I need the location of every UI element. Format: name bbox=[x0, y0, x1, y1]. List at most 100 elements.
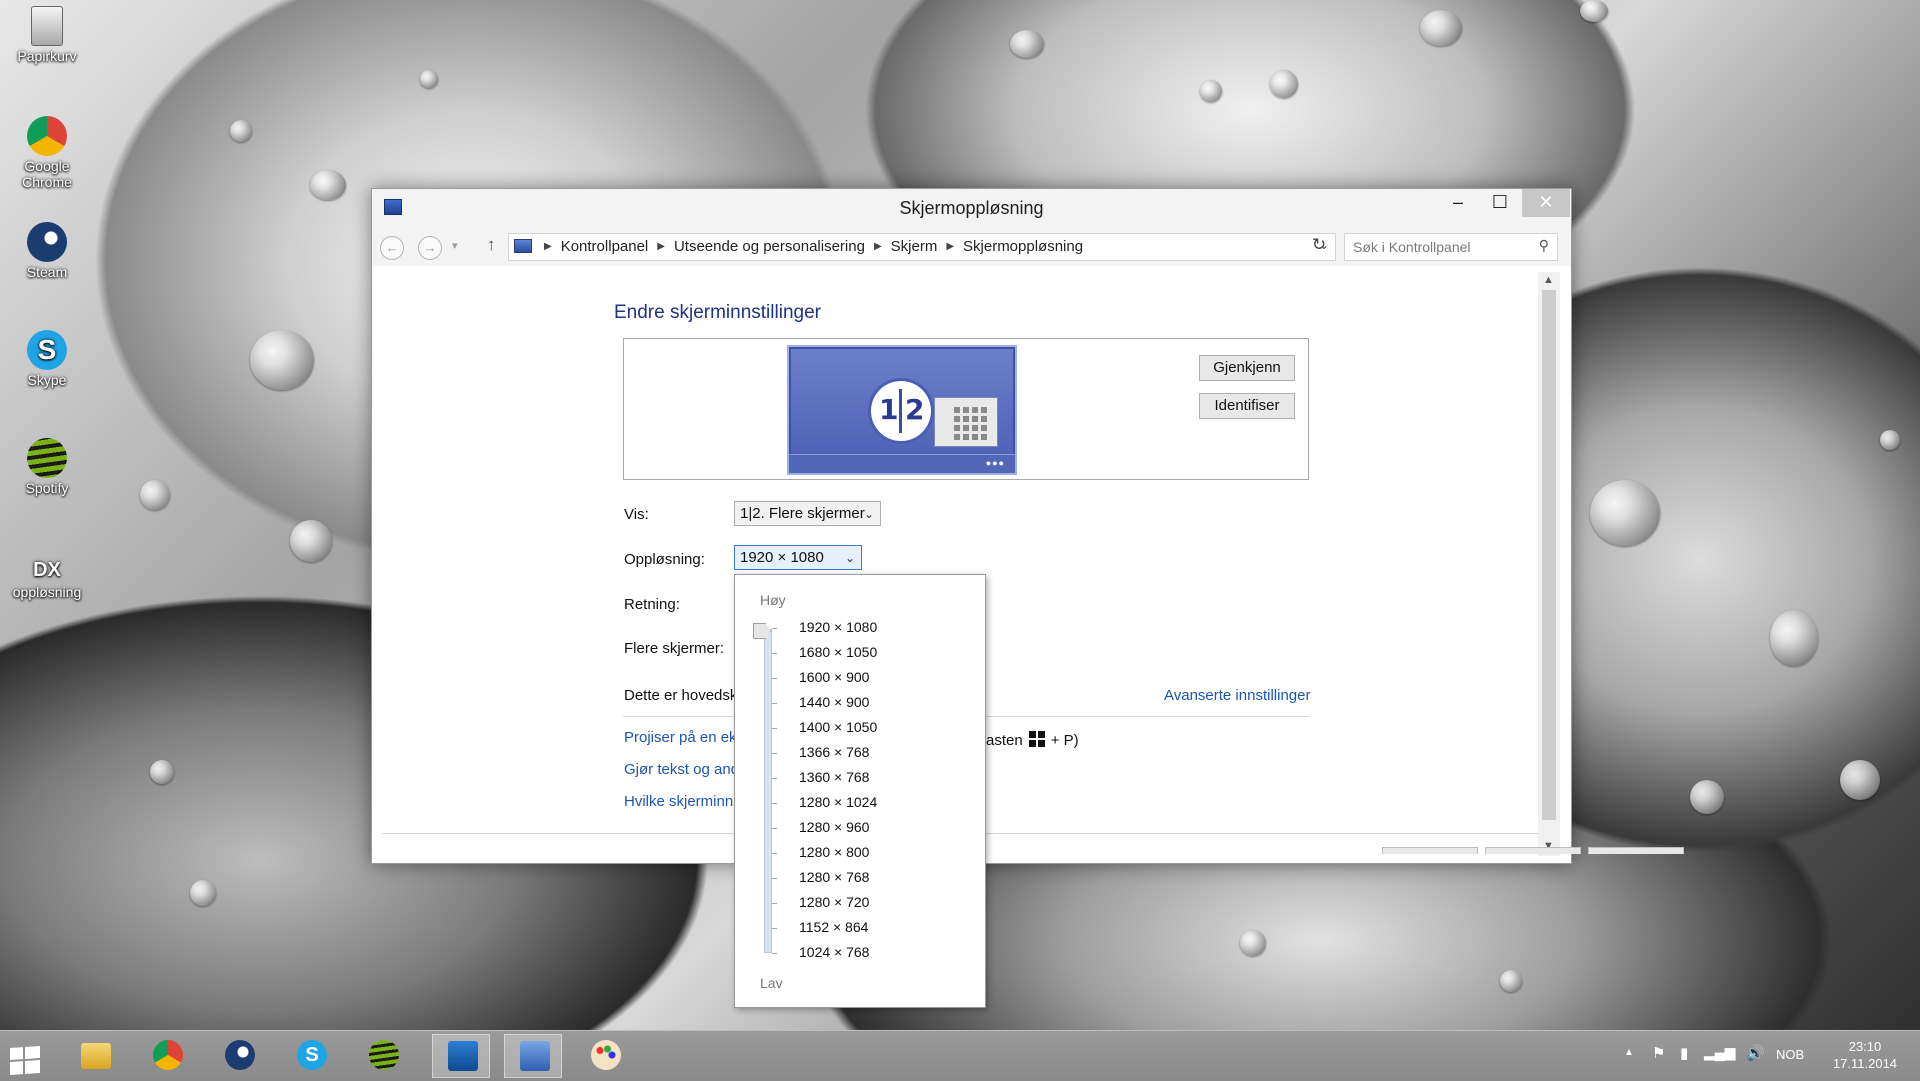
desktop-icon-resolution-shortcut[interactable]: DX oppløsning bbox=[4, 558, 90, 600]
resolution-option[interactable]: 1360 × 768 bbox=[799, 769, 869, 785]
scrollbar-thumb[interactable] bbox=[1542, 290, 1556, 820]
page-title: Endre skjerminnstillinger bbox=[614, 302, 821, 323]
resolution-option[interactable]: 1440 × 900 bbox=[799, 694, 869, 710]
monitor-thumbnail[interactable]: 1 2 ●●● bbox=[787, 345, 1017, 475]
apply-button[interactable] bbox=[1588, 847, 1684, 854]
spotify-icon bbox=[27, 438, 67, 478]
breadcrumb-separator-icon[interactable]: ▶ bbox=[946, 241, 954, 252]
resolution-option[interactable]: 1366 × 768 bbox=[799, 744, 869, 760]
desktop-icon-recycle-bin[interactable]: Papirkurv bbox=[4, 6, 90, 64]
which-settings-link[interactable]: Hvilke skjerminns bbox=[624, 793, 741, 810]
forward-button[interactable]: → bbox=[418, 236, 442, 260]
identify-button[interactable]: Identifiser bbox=[1199, 393, 1295, 419]
chevron-down-icon: ⌄ bbox=[863, 507, 874, 521]
refresh-icon[interactable]: ↻ bbox=[1307, 234, 1331, 258]
resolution-option[interactable]: 1280 × 1024 bbox=[799, 794, 877, 810]
desktop-icon-skype[interactable]: S Skype bbox=[4, 330, 90, 388]
taskbar-clock[interactable]: 23:10 17.11.2014 bbox=[1830, 1038, 1900, 1072]
footer-buttons bbox=[1382, 847, 1684, 854]
detect-button[interactable]: Gjenkjenn bbox=[1199, 355, 1295, 381]
monitor-number-2: 2 bbox=[905, 393, 925, 426]
display-label: Vis: bbox=[624, 506, 649, 523]
volume-icon[interactable]: 🔊 bbox=[1746, 1044, 1765, 1062]
scroll-up-icon[interactable]: ▲ bbox=[1543, 274, 1554, 286]
advanced-settings-link[interactable]: Avanserte innstillinger bbox=[1164, 687, 1310, 704]
slider-tick-mark bbox=[772, 628, 777, 629]
desktop-icon-label: Google Chrome bbox=[22, 158, 72, 190]
breadcrumb-separator-icon: ▶ bbox=[544, 241, 552, 252]
language-indicator[interactable]: NOB bbox=[1776, 1047, 1804, 1062]
search-input[interactable]: Søk i Kontrollpanel ⚲ bbox=[1344, 233, 1558, 261]
resolution-select-value: 1920 × 1080 bbox=[740, 549, 824, 566]
resolution-option[interactable]: 1600 × 900 bbox=[799, 669, 869, 685]
taskbar-file-explorer[interactable] bbox=[66, 1034, 124, 1078]
start-button[interactable] bbox=[0, 1034, 58, 1078]
recycle-bin-icon bbox=[31, 6, 63, 46]
slider-tick-mark bbox=[772, 703, 777, 704]
taskbar-paint[interactable] bbox=[576, 1034, 634, 1078]
desktop-icon-label: Spotify bbox=[25, 480, 69, 496]
display-select[interactable]: 1|2. Flere skjermer ⌄ bbox=[734, 501, 881, 526]
resolution-option[interactable]: 1280 × 768 bbox=[799, 869, 869, 885]
chrome-icon bbox=[153, 1040, 183, 1070]
resolution-option[interactable]: 1024 × 768 bbox=[799, 944, 869, 960]
taskbar-chrome[interactable] bbox=[138, 1034, 196, 1078]
resolution-option[interactable]: 1280 × 960 bbox=[799, 819, 869, 835]
resolution-option[interactable]: 1920 × 1080 bbox=[799, 619, 877, 635]
address-bar[interactable]: ▶ Kontrollpanel ▶ Utseende og personaliseri… bbox=[508, 233, 1336, 261]
paint-palette-icon bbox=[591, 1040, 621, 1070]
taskbar-control-panel[interactable] bbox=[504, 1034, 562, 1078]
taskbar-intel-graphics[interactable] bbox=[432, 1034, 490, 1078]
skype-icon: S bbox=[297, 1040, 327, 1070]
maximize-button[interactable]: ☐ bbox=[1479, 189, 1521, 217]
close-button[interactable]: ✕ bbox=[1522, 189, 1570, 217]
up-arrow-icon[interactable]: ↑ bbox=[487, 235, 496, 255]
resolution-option[interactable]: 1152 × 864 bbox=[799, 919, 868, 935]
action-center-flag-icon[interactable]: ⚑ bbox=[1652, 1044, 1665, 1062]
slider-tick-mark bbox=[772, 728, 777, 729]
show-hidden-icons-icon[interactable]: ▲ bbox=[1624, 1047, 1634, 1058]
desktop-icon-label: Papirkurv bbox=[17, 48, 77, 64]
breadcrumb-item-control-panel[interactable]: Kontrollpanel bbox=[561, 238, 649, 255]
desktop-icon-label: oppløsning bbox=[12, 584, 82, 600]
taskbar-spotify[interactable] bbox=[354, 1034, 412, 1078]
taskbar-skype[interactable]: S bbox=[282, 1034, 340, 1078]
slider-tick-mark bbox=[772, 753, 777, 754]
breadcrumb-item-appearance[interactable]: Utseende og personalisering bbox=[674, 238, 865, 255]
resolution-option[interactable]: 1280 × 800 bbox=[799, 844, 869, 860]
window-title: Skjermoppløsning bbox=[899, 198, 1044, 218]
folder-icon bbox=[81, 1043, 111, 1069]
title-bar[interactable]: Skjermoppløsning – ☐ ✕ bbox=[372, 189, 1571, 226]
chrome-icon bbox=[27, 116, 67, 156]
resolution-select[interactable]: 1920 × 1080 ⌄ bbox=[734, 545, 862, 570]
desktop-icon-spotify[interactable]: Spotify bbox=[4, 438, 90, 496]
battery-icon[interactable]: ▮ bbox=[1680, 1044, 1688, 1062]
resolution-slider-track[interactable] bbox=[764, 629, 772, 953]
windows-key-icon bbox=[1028, 731, 1045, 747]
network-signal-icon[interactable]: ▂▄▆ bbox=[1704, 1044, 1735, 1061]
resolution-option[interactable]: 1280 × 720 bbox=[799, 894, 869, 910]
low-label: Lav bbox=[760, 975, 783, 991]
desktop-icon-label: Skype bbox=[27, 372, 67, 388]
cancel-button[interactable] bbox=[1485, 847, 1581, 854]
breadcrumb-separator-icon[interactable]: ▶ bbox=[874, 241, 882, 252]
ok-button[interactable] bbox=[1382, 847, 1478, 854]
recent-pages-icon[interactable]: ▾ bbox=[452, 239, 458, 252]
intel-graphics-icon bbox=[448, 1041, 478, 1071]
desktop-icon-steam[interactable]: Steam bbox=[4, 222, 90, 280]
breadcrumb-item-screen-resolution[interactable]: Skjermoppløsning bbox=[963, 238, 1083, 255]
search-icon[interactable]: ⚲ bbox=[1539, 237, 1549, 254]
taskbar-steam[interactable] bbox=[210, 1034, 268, 1078]
breadcrumb-item-display[interactable]: Skjerm bbox=[891, 238, 938, 255]
resolution-option[interactable]: 1400 × 1050 bbox=[799, 719, 877, 735]
breadcrumb-separator-icon[interactable]: ▶ bbox=[657, 241, 665, 252]
back-button[interactable]: ← bbox=[380, 236, 404, 260]
resolution-option[interactable]: 1680 × 1050 bbox=[799, 644, 877, 660]
desktop-icon-chrome[interactable]: Google Chrome bbox=[4, 116, 90, 190]
minimize-button[interactable]: – bbox=[1437, 189, 1479, 217]
resolution-dropdown-popup: Høy Lav 1920 × 1080 1680 × 1050 1600 × 900… bbox=[734, 574, 986, 1008]
text-size-link[interactable]: Gjør tekst og and bbox=[624, 761, 739, 778]
project-link[interactable]: Projiser på en ek bbox=[624, 729, 737, 746]
vertical-scrollbar[interactable]: ▲ ▼ bbox=[1538, 272, 1560, 856]
skype-icon: S bbox=[27, 330, 67, 370]
